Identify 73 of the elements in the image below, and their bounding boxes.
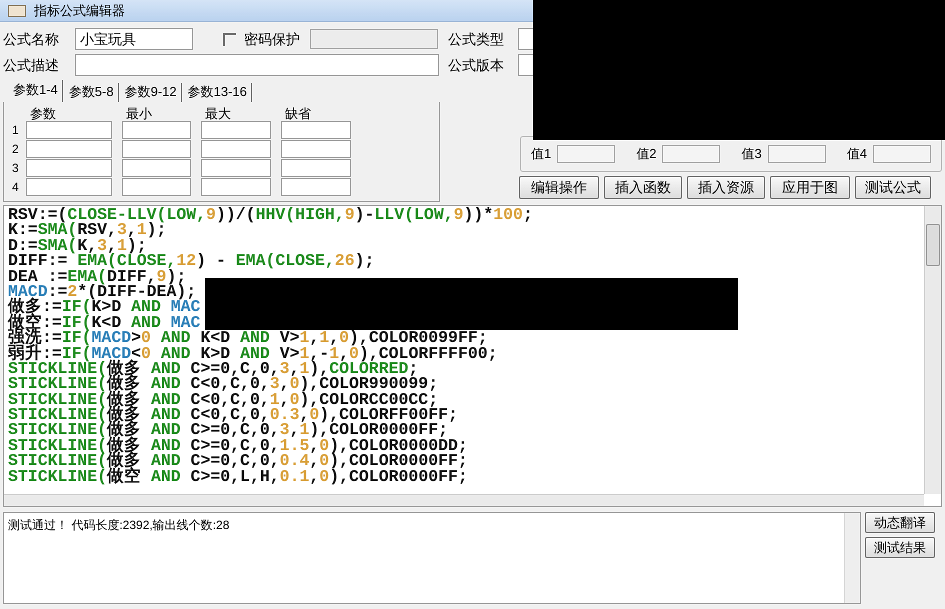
field-label: 值4 (846, 145, 867, 164)
parameter-field[interactable] (281, 140, 351, 158)
code-line: DIFF:= EMA(CLOSE,12) - EMA(CLOSE,26); (8, 253, 376, 269)
code-line: STICKLINE(做多 AND C<0,C,0,1,0),COLORCC00CC; (8, 392, 438, 408)
parameter-field[interactable] (26, 120, 112, 138)
toolbar-button[interactable]: 插入资源 (687, 176, 765, 199)
code-line: D:=SMA(K,3,1); (8, 238, 147, 254)
code-line: K:=SMA(RSV,3,1); (8, 222, 166, 238)
type-field[interactable] (518, 28, 533, 50)
parameter-field[interactable] (122, 120, 191, 138)
row-number: 2 (12, 140, 20, 158)
toolbar-button[interactable]: 测试公式 (855, 176, 931, 199)
version-field[interactable] (518, 54, 533, 76)
column-header: 最小 (126, 106, 152, 121)
vertical-scrollbar[interactable] (844, 513, 860, 603)
parameter-field[interactable] (122, 178, 191, 196)
row-number: 4 (12, 178, 20, 196)
toolbar-button[interactable]: 编辑操作 (519, 176, 599, 199)
code-line: DEA :=EMA(DIFF,9); (8, 268, 186, 284)
code-line: STICKLINE(做多 AND C<0,C,0,3,0),COLOR990099; (8, 376, 440, 392)
parameter-field[interactable] (122, 158, 191, 176)
parameter-field[interactable] (201, 120, 271, 138)
column-header: 最大 (205, 106, 231, 121)
description-field[interactable] (75, 54, 439, 76)
scrollbar-thumb[interactable] (926, 224, 940, 266)
value-field[interactable] (557, 145, 616, 163)
side-button[interactable]: 动态翻译 (865, 512, 935, 533)
code-line: STICKLINE(做多 AND C>=0,C,0,0.4,0),COLOR0000FF; (8, 453, 469, 469)
code-line: STICKLINE(做多 AND C<0,C,0,0.3,0),COLORFF00FF; (8, 407, 459, 422)
parameter-field[interactable] (281, 178, 351, 196)
code-line: STICKLINE(做多 AND C>=0,C,0,1.5,0),COLOR0000DD; (8, 438, 469, 454)
field-label: 值1 (531, 145, 552, 164)
name-field[interactable]: 小宝玩具 (75, 28, 193, 50)
code-line: 做空:=IF(K<D AND MAC (8, 314, 202, 330)
parameter-field[interactable] (281, 158, 351, 176)
checkbox[interactable] (223, 32, 236, 46)
parameter-field[interactable] (26, 178, 112, 196)
window-title: 指标公式编辑器 (34, 2, 125, 20)
side-button[interactable]: 测试结果 (865, 537, 935, 558)
value-field[interactable] (872, 145, 931, 163)
field-label: 公式版本 (448, 56, 505, 74)
parameter-field[interactable] (201, 178, 271, 196)
checkbox-label: 密码保护 (244, 30, 300, 48)
code-line: RSV:=(CLOSE-LLV(LOW,9))/(HHV(HIGH,9)-LLV(LOW,9))*100; (8, 207, 534, 222)
password-field[interactable] (310, 29, 438, 49)
value-field[interactable] (662, 145, 720, 163)
parameter-field[interactable] (281, 120, 351, 138)
field-label: 公式类型 (448, 30, 505, 48)
code-line: STICKLINE(做多 AND C>=0,C,0,3,1),COLOR0000FF; (8, 422, 448, 438)
row-number: 1 (12, 122, 20, 138)
code-editor[interactable] (3, 205, 942, 507)
field-label: 公式名称 (3, 30, 60, 48)
window-icon (8, 4, 26, 16)
column-header: 参数 (30, 106, 56, 121)
value-field[interactable] (768, 145, 826, 163)
field-label: 值3 (742, 145, 762, 164)
field-label: 公式描述 (3, 56, 60, 74)
parameter-field[interactable] (26, 140, 112, 158)
output-message: 测试通过！ 代码长度:2392,输出线个数:28 (7, 517, 230, 531)
horizontal-scrollbar[interactable] (4, 494, 924, 506)
code-line: STICKLINE(做空 AND C>=0,L,H,0.1,0),COLOR0000FF; (8, 468, 469, 484)
parameter-field[interactable] (201, 158, 271, 176)
field-label: 值2 (636, 145, 656, 164)
toolbar-button[interactable]: 应用于图 (770, 176, 850, 199)
vertical-scrollbar[interactable] (924, 206, 941, 494)
row-number: 3 (12, 160, 20, 176)
parameter-field[interactable] (26, 158, 112, 176)
code-line: 强洗:=IF(MACD>0 AND K<D AND V>1,1,0),COLOR0099FF; (8, 330, 488, 346)
column-header: 缺省 (285, 106, 311, 121)
parameter-field[interactable] (201, 140, 271, 158)
code-line: STICKLINE(做多 AND C>=0,C,0,3,1),COLORRED; (8, 360, 418, 376)
toolbar-button[interactable]: 插入函数 (604, 176, 682, 199)
parameter-field[interactable] (122, 140, 191, 158)
